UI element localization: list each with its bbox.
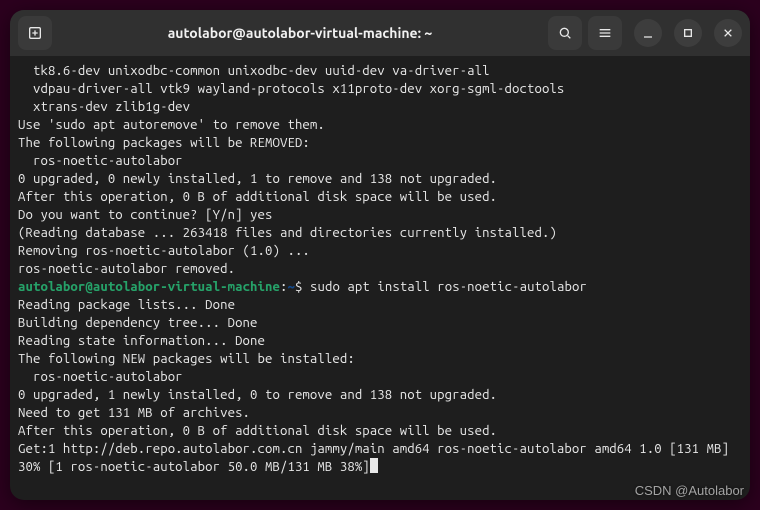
output-line: Reading package lists... Done xyxy=(18,298,235,312)
output-line: Reading state information... Done xyxy=(18,334,265,348)
output-line: 0 upgraded, 0 newly installed, 1 to remo… xyxy=(18,172,497,186)
new-tab-button[interactable] xyxy=(18,16,52,50)
output-line: ros-noetic-autolabor xyxy=(18,154,183,168)
output-line: After this operation, 0 B of additional … xyxy=(18,190,497,204)
output-line: ros-noetic-autolabor xyxy=(18,370,183,384)
output-line: After this operation, 0 B of additional … xyxy=(18,424,497,438)
terminal-area[interactable]: tk8.6-dev unixodbc-common unixodbc-dev u… xyxy=(10,56,750,478)
progress-line: 30% [1 ros-noetic-autolabor 50.0 MB/131 … xyxy=(18,460,370,474)
prompt-host: autolabor-virtual-machine xyxy=(93,280,280,294)
prompt-path: ~ xyxy=(288,280,296,294)
output-line: Building dependency tree... Done xyxy=(18,316,258,330)
output-line: The following NEW packages will be insta… xyxy=(18,352,355,366)
output-line: (Reading database ... 263418 files and d… xyxy=(18,226,557,240)
output-line: Get:1 http://deb.repo.autolabor.com.cn j… xyxy=(18,440,742,458)
command-text: sudo apt install ros-noetic-autolabor xyxy=(310,280,587,294)
output-line: xtrans-dev zlib1g-dev xyxy=(18,100,190,114)
output-line: ros-noetic-autolabor removed. xyxy=(18,262,235,276)
output-line: Need to get 131 MB of archives. xyxy=(18,406,250,420)
output-line: Do you want to continue? [Y/n] yes xyxy=(18,208,273,222)
maximize-button[interactable] xyxy=(674,19,702,47)
output-line: Removing ros-noetic-autolabor (1.0) ... xyxy=(18,244,310,258)
prompt-colon: : xyxy=(280,280,288,294)
output-line: The following packages will be REMOVED: xyxy=(18,136,310,150)
terminal-window: autolabor@autolabor-virtual-machine: ~ t… xyxy=(10,10,750,500)
close-button[interactable] xyxy=(714,19,742,47)
search-button[interactable] xyxy=(548,16,582,50)
output-line: 0 upgraded, 1 newly installed, 0 to remo… xyxy=(18,388,497,402)
output-line: tk8.6-dev unixodbc-common unixodbc-dev u… xyxy=(18,64,490,78)
prompt-at: @ xyxy=(85,280,93,294)
output-line: Use 'sudo apt autoremove' to remove them… xyxy=(18,118,325,132)
titlebar: autolabor@autolabor-virtual-machine: ~ xyxy=(10,10,750,56)
prompt-symbol: $ xyxy=(295,280,303,294)
output-line: vdpau-driver-all vtk9 wayland-protocols … xyxy=(18,82,564,96)
cursor xyxy=(370,458,378,473)
watermark: CSDN @Autolabor xyxy=(635,483,744,498)
minimize-button[interactable] xyxy=(634,19,662,47)
menu-button[interactable] xyxy=(588,16,622,50)
window-title: autolabor@autolabor-virtual-machine: ~ xyxy=(58,25,542,41)
prompt-user: autolabor xyxy=(18,280,85,294)
